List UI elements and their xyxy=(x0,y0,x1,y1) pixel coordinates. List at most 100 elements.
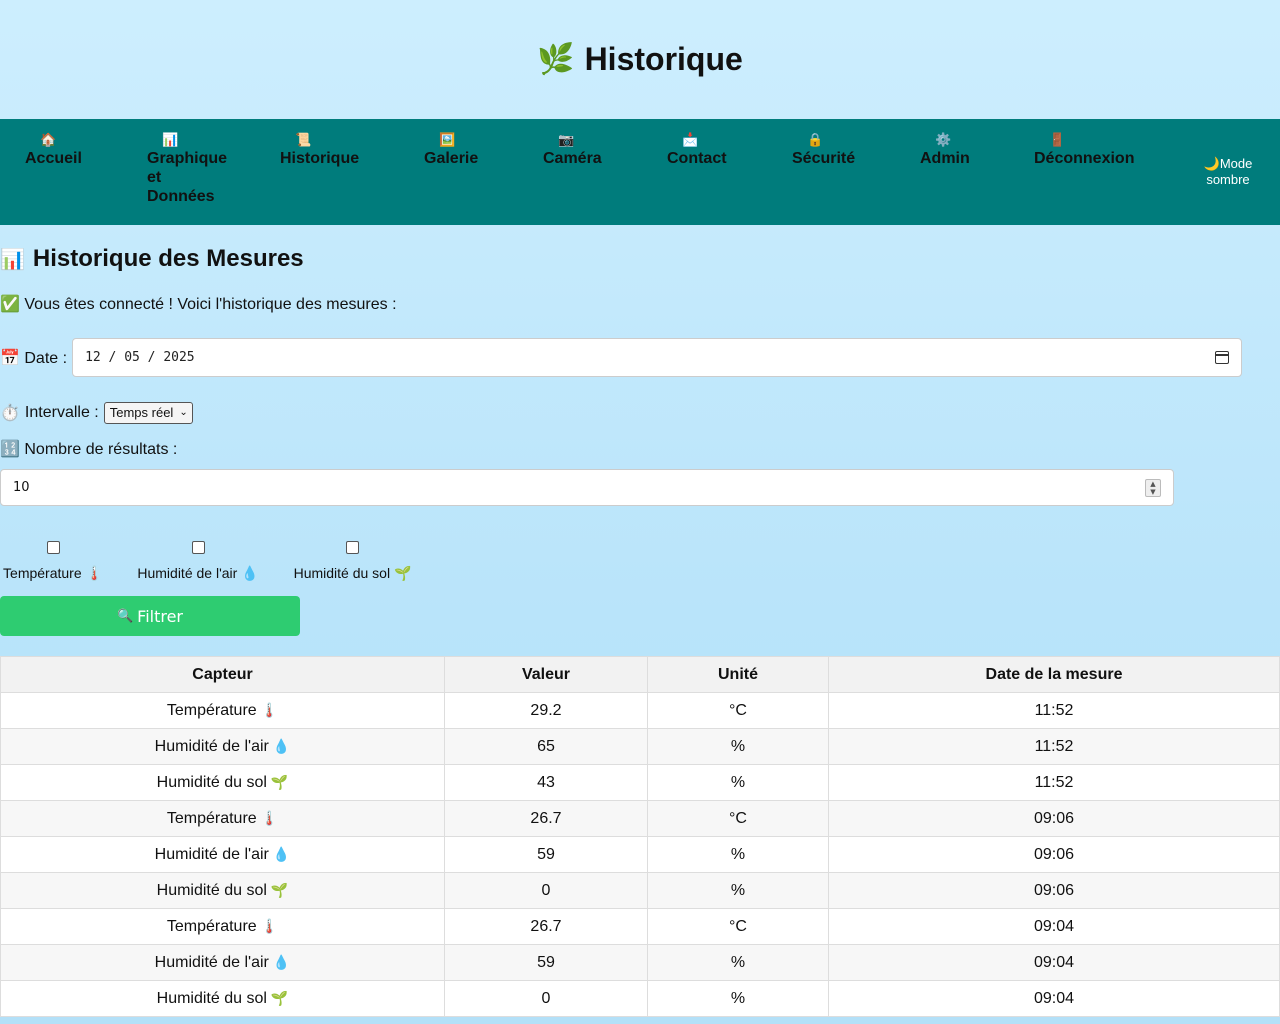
seedling-icon: 🌱 xyxy=(270,773,289,790)
cell-date: 09:06 xyxy=(828,836,1280,873)
date-input[interactable]: 12 / 05 / 2025 xyxy=(72,338,1242,377)
nav-item-camera[interactable]: 📷 Caméra xyxy=(543,133,613,168)
login-notice: ✅ Vous êtes connecté ! Voici l'historiqu… xyxy=(0,294,397,314)
table-row: Température 🌡️ 26.7 °C 09:06 xyxy=(0,800,1280,837)
table-row: Humidité du sol 🌱 43% 11:52 xyxy=(0,764,1280,801)
droplet-icon: 💧 xyxy=(272,953,291,970)
cell-sensor: Humidité du sol 🌱 xyxy=(0,764,445,801)
cell-value: 59 xyxy=(444,836,648,873)
number-stepper[interactable]: ▲ ▼ xyxy=(1145,478,1161,497)
cell-sensor: Humidité de l'air 💧 xyxy=(0,836,445,873)
check-mark-icon: ✅ xyxy=(0,296,20,313)
filter-button[interactable]: 🔍 Filtrer xyxy=(0,596,300,636)
cell-unit: °C xyxy=(647,800,829,837)
cell-value: 65 xyxy=(444,728,648,765)
date-value: 12 / 05 / 2025 xyxy=(85,350,195,365)
checkbox-label: Humidité de l'air xyxy=(137,565,238,581)
cell-date: 09:06 xyxy=(828,800,1280,837)
nav-item-galerie[interactable]: 🖼️ Galerie xyxy=(424,133,494,168)
nav-item-graphique[interactable]: 📊 Graphique et Données xyxy=(147,133,232,206)
nav-item-label: Galerie xyxy=(424,150,479,167)
thermometer-icon: 🌡️ xyxy=(260,701,279,718)
cell-sensor: Humidité du sol 🌱 xyxy=(0,980,445,1017)
nav-item-label: Sécurité xyxy=(792,150,856,167)
cell-unit: % xyxy=(647,872,829,909)
result-count-value: 10 xyxy=(13,480,30,495)
interval-select[interactable]: Temps réel ⌄ xyxy=(103,402,193,424)
checkbox-temperature[interactable]: Température 🌡️ xyxy=(0,540,106,582)
interval-label: Intervalle : xyxy=(24,404,99,421)
door-icon: 🚪 xyxy=(1049,132,1066,147)
table-row: Humidité de l'air 💧 59% 09:04 xyxy=(0,944,1280,981)
checkbox-humidite-sol[interactable]: Humidité du sol 🌱 xyxy=(293,540,412,582)
cell-date: 09:06 xyxy=(828,872,1280,909)
scroll-icon: 📜 xyxy=(295,132,312,147)
sensor-name: Humidité de l'air xyxy=(154,953,269,971)
table-row: Température 🌡️ 29.2 °C 11:52 xyxy=(0,692,1280,729)
date-picker-icon[interactable] xyxy=(1215,351,1229,364)
sensor-name: Température xyxy=(166,917,257,935)
cell-date: 11:52 xyxy=(828,692,1280,729)
notice-text: Vous êtes connecté ! Voici l'historique … xyxy=(24,296,397,313)
nav-item-label: Historique xyxy=(280,150,360,167)
sensor-name: Humidité du sol xyxy=(156,773,267,791)
table-body: Température 🌡️ 29.2 °C 11:52 Humidité de l'ai… xyxy=(0,692,1280,1017)
cell-value: 26.7 xyxy=(444,908,648,945)
table-row: Humidité du sol 🌱 0% 09:04 xyxy=(0,980,1280,1017)
measurements-table: Capteur Valeur Unité Date de la mesure T… xyxy=(0,656,1280,1017)
table-row: Humidité de l'air 💧 59% 09:06 xyxy=(0,836,1280,873)
nav-item-historique[interactable]: 📜 Historique xyxy=(280,133,370,168)
result-count-label-text: Nombre de résultats : xyxy=(24,441,178,458)
thermometer-icon: 🌡️ xyxy=(85,565,103,581)
leaf-icon: 🌿 xyxy=(537,43,575,76)
nav-item-admin[interactable]: ⚙️ Admin xyxy=(920,133,980,168)
nav-item-contact[interactable]: 📩 Contact xyxy=(667,133,737,168)
checkbox-label: Température xyxy=(3,565,82,581)
sensor-name: Température xyxy=(166,809,257,827)
droplet-icon: 💧 xyxy=(272,737,291,754)
checkbox-humidite-air[interactable]: Humidité de l'air 💧 xyxy=(137,540,259,582)
nav-item-deconnexion[interactable]: 🚪 Déconnexion xyxy=(1034,133,1144,168)
chevron-down-icon: ⌄ xyxy=(179,407,188,418)
page-header: 🌿 Historique xyxy=(0,0,1280,119)
cell-unit: % xyxy=(647,728,829,765)
section-title-text: Historique des Mesures xyxy=(32,245,304,272)
cell-sensor: Humidité de l'air 💧 xyxy=(0,728,445,765)
nav-item-securite[interactable]: 🔒 Sécurité xyxy=(792,133,862,168)
stopwatch-icon: ⏱️ xyxy=(0,405,20,422)
cell-value: 59 xyxy=(444,944,648,981)
nav-item-label: Caméra xyxy=(543,150,602,167)
seedling-icon: 🌱 xyxy=(270,989,289,1006)
nav-item-accueil[interactable]: 🏠 Accueil xyxy=(25,133,95,168)
home-icon: 🏠 xyxy=(40,132,57,147)
nav-item-label: Accueil xyxy=(25,150,82,167)
cell-value: 0 xyxy=(444,980,648,1017)
interval-filter: ⏱️ Intervalle : Temps réel ⌄ xyxy=(0,402,193,424)
column-header-capteur: Capteur xyxy=(0,656,445,693)
cell-unit: °C xyxy=(647,692,829,729)
nav-item-label: Admin xyxy=(920,150,970,167)
picture-icon: 🖼️ xyxy=(439,132,456,147)
dark-mode-toggle[interactable]: 🌙Mode sombre xyxy=(1198,156,1258,188)
checkbox-box[interactable] xyxy=(191,541,205,554)
gear-icon: ⚙️ xyxy=(935,132,952,147)
droplet-icon: 💧 xyxy=(272,845,291,862)
moon-icon: 🌙 xyxy=(1203,156,1220,171)
cell-sensor: Température 🌡️ xyxy=(0,800,445,837)
filter-button-label: Filtrer xyxy=(137,606,184,626)
column-header-unite: Unité xyxy=(647,656,829,693)
column-header-date: Date de la mesure xyxy=(828,656,1280,693)
section-title: 📊 Historique des Mesures xyxy=(0,245,304,273)
checkbox-label: Humidité du sol xyxy=(293,565,391,581)
result-count-input[interactable]: 10 ▲ ▼ xyxy=(0,469,1174,506)
cell-date: 11:52 xyxy=(828,764,1280,801)
numbers-icon: 🔢 xyxy=(0,441,20,458)
checkbox-box[interactable] xyxy=(46,541,60,554)
cell-date: 09:04 xyxy=(828,944,1280,981)
nav-item-label: Déconnexion xyxy=(1034,150,1135,167)
checkbox-box[interactable] xyxy=(346,541,359,554)
cell-sensor: Humidité de l'air 💧 xyxy=(0,944,445,981)
interval-selected-value: Temps réel xyxy=(109,405,174,420)
nav-item-label: Graphique et Données xyxy=(147,150,228,205)
nav-item-label: Contact xyxy=(667,150,727,167)
